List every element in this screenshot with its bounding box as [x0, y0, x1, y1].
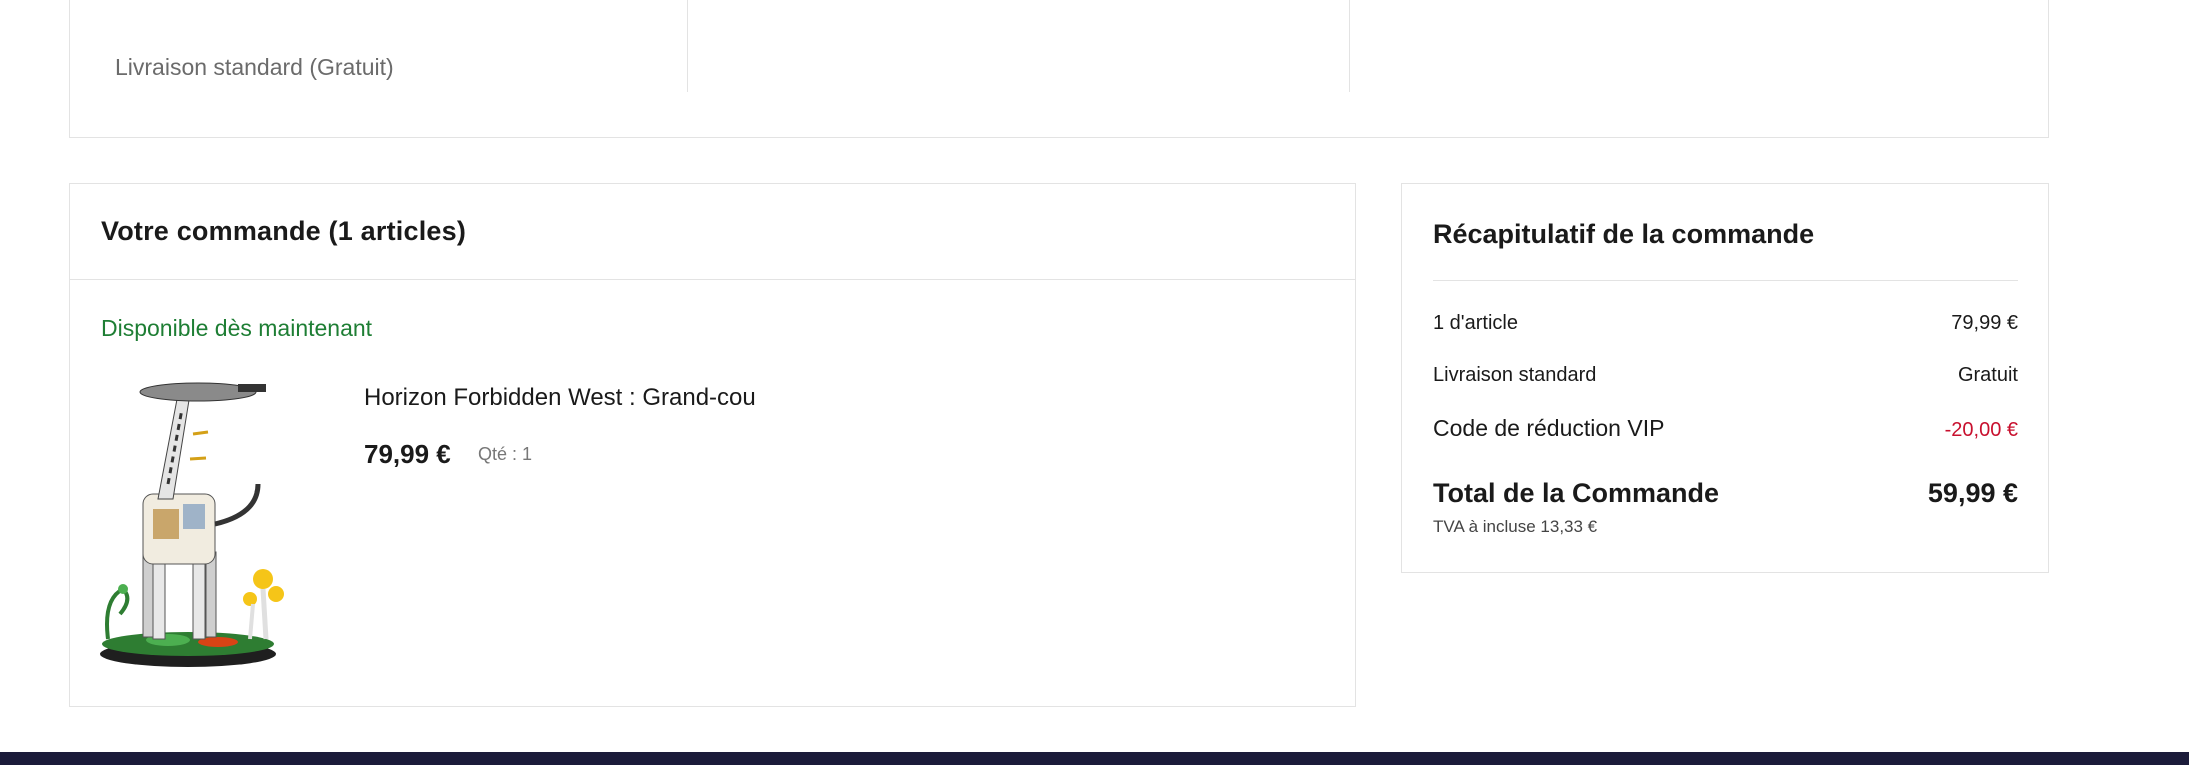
order-title: Votre commande (1 articles) — [101, 216, 467, 246]
product-image[interactable] — [98, 374, 313, 669]
order-summary-card: Récapitulatif de la commande 1 d'article… — [1401, 183, 2049, 573]
column-divider — [1349, 0, 1350, 92]
shipping-option-label: Livraison standard (Gratuit) — [115, 54, 394, 80]
product-quantity: Qté : 1 — [478, 444, 533, 464]
grand-cou-model-image — [100, 382, 284, 667]
summary-row-discount: Code de réduction VIP -20,00 € — [1433, 415, 2018, 442]
summary-row-label: 1 d'article — [1433, 312, 1518, 334]
summary-row-value: 79,99 € — [1951, 312, 2018, 334]
vat-note: TVA à incluse 13,33 € — [1433, 517, 1598, 536]
column-divider — [687, 0, 688, 92]
total-value: 59,99 € — [1927, 478, 2018, 508]
availability-status: Disponible dès maintenant — [101, 315, 373, 341]
shipping-options-panel: Livraison standard (Gratuit) — [69, 0, 2049, 138]
summary-row-shipping: Livraison standard Gratuit — [1433, 364, 2018, 387]
summary-divider — [1433, 280, 2018, 281]
discount-value: -20,00 € — [1944, 419, 2018, 441]
summary-row-items: 1 d'article 79,99 € — [1433, 312, 2018, 335]
total-label: Total de la Commande — [1433, 478, 1720, 508]
summary-row-total: Total de la Commande 59,99 € — [1433, 478, 2018, 509]
summary-row-label: Livraison standard — [1433, 364, 1597, 386]
product-price: 79,99 € — [364, 439, 451, 469]
summary-row-label: Code de réduction VIP — [1433, 415, 1665, 441]
footer — [0, 752, 2189, 765]
order-card: Votre commande (1 articles) Disponible d… — [69, 183, 1356, 707]
summary-row-value: Gratuit — [1957, 364, 2018, 386]
order-header: Votre commande (1 articles) — [70, 184, 1355, 280]
summary-title: Récapitulatif de la commande — [1433, 219, 1815, 249]
product-name[interactable]: Horizon Forbidden West : Grand-cou — [364, 384, 756, 412]
